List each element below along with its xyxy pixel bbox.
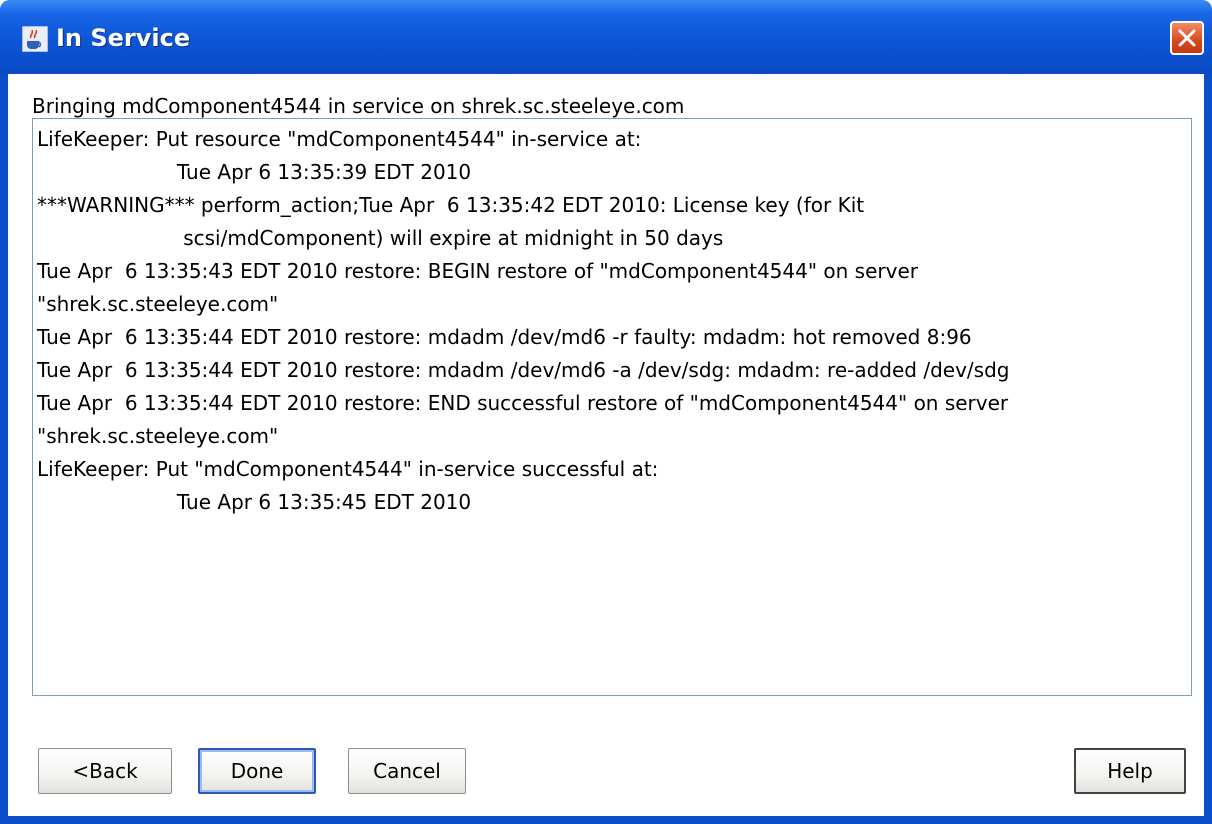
log-line: "shrek.sc.steeleye.com" [37, 424, 279, 448]
log-line: Tue Apr 6 13:35:39 EDT 2010 [37, 160, 472, 184]
log-line: scsi/mdComponent) will expire at midnigh… [37, 226, 724, 250]
title-bar[interactable]: In Service [0, 0, 1212, 74]
dialog-content: Bringing mdComponent4544 in service on s… [8, 74, 1204, 816]
status-message: Bringing mdComponent4544 in service on s… [32, 94, 685, 118]
log-line: ***WARNING*** perform_action;Tue Apr 6 1… [37, 193, 865, 217]
log-line: "shrek.sc.steeleye.com" [37, 292, 279, 316]
java-cup-icon [21, 25, 49, 53]
window-title: In Service [56, 24, 191, 52]
in-service-dialog: In Service Bringing mdComponent4544 in s… [0, 0, 1212, 824]
cancel-button[interactable]: Cancel [348, 748, 466, 794]
output-log[interactable]: LifeKeeper: Put resource "mdComponent454… [32, 118, 1192, 696]
log-line: Tue Apr 6 13:35:44 EDT 2010 restore: END… [37, 391, 1009, 415]
close-button[interactable] [1170, 21, 1204, 55]
log-line: Tue Apr 6 13:35:43 EDT 2010 restore: BEG… [37, 259, 918, 283]
log-line: Tue Apr 6 13:35:44 EDT 2010 restore: mda… [37, 358, 1010, 382]
done-button[interactable]: Done [198, 748, 316, 794]
log-line: LifeKeeper: Put "mdComponent4544" in-ser… [37, 457, 659, 481]
help-button[interactable]: Help [1074, 748, 1186, 794]
log-line: Tue Apr 6 13:35:45 EDT 2010 [37, 490, 472, 514]
log-line: LifeKeeper: Put resource "mdComponent454… [37, 127, 642, 151]
back-button[interactable]: <Back [38, 748, 172, 794]
log-line: Tue Apr 6 13:35:44 EDT 2010 restore: mda… [37, 325, 972, 349]
close-icon [1178, 29, 1196, 47]
